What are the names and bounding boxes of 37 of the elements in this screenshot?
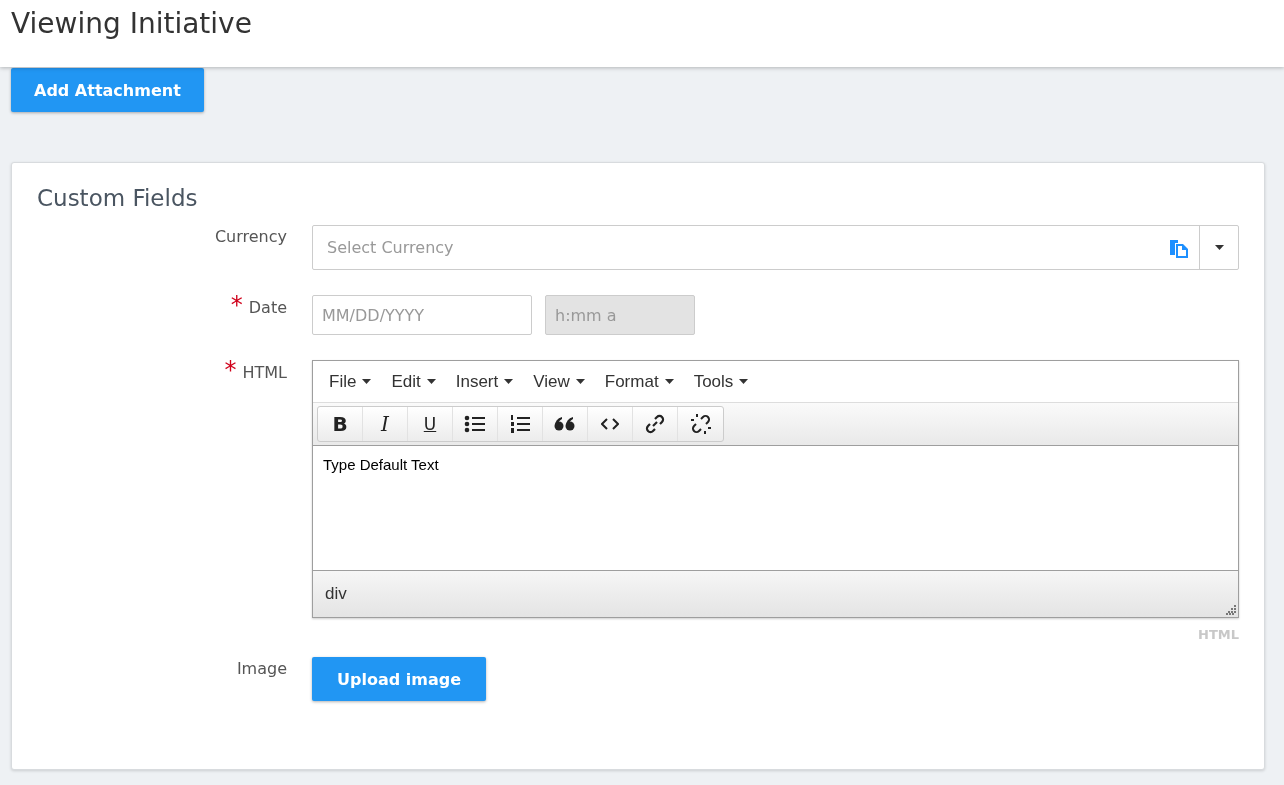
caret-icon [362, 379, 372, 384]
menu-button[interactable]: Edit [381, 371, 446, 392]
element-path: div [325, 584, 347, 604]
date-field[interactable]: MM/DD/YYYY [312, 295, 532, 335]
caret-icon [739, 379, 749, 384]
caret-icon [1214, 245, 1224, 250]
editor-body[interactable]: Type Default Text [313, 446, 1238, 570]
quote-icon [554, 416, 576, 432]
field-label: Date [248, 298, 287, 317]
menu-button[interactable]: Format [594, 371, 684, 392]
bold-button[interactable]: B [318, 407, 363, 441]
caret-icon [664, 379, 674, 384]
editor-text: Type Default Text [323, 456, 440, 473]
select-input[interactable]: Select Currency [313, 228, 1159, 267]
numbered-list-icon [509, 414, 531, 434]
caret-icon [504, 379, 514, 384]
card-title: Custom Fields [37, 185, 199, 211]
caret-icon [575, 379, 585, 384]
field-label: HTML [242, 363, 287, 382]
unlink-icon [689, 413, 712, 435]
required-asterisk: * [224, 362, 237, 378]
currency-select[interactable]: Select Currency [312, 225, 1239, 270]
page-title: Viewing Initiative [10, 6, 253, 42]
menu-button[interactable]: Insert [445, 371, 524, 392]
italic-button[interactable]: I [363, 407, 408, 441]
link-icon [644, 413, 666, 435]
menu-button[interactable]: View [523, 371, 595, 392]
resize-grip-icon[interactable] [1226, 605, 1236, 615]
bullet-list-icon [464, 414, 486, 434]
field-label: Image [236, 659, 287, 678]
menu-button[interactable]: File [319, 371, 382, 392]
required-asterisk: * [230, 297, 243, 313]
underline-button[interactable]: U [408, 407, 453, 441]
caret-icon [426, 379, 436, 384]
field-label: Currency [214, 227, 287, 246]
code-icon [601, 418, 619, 430]
menu-button[interactable]: Tools [683, 371, 759, 392]
